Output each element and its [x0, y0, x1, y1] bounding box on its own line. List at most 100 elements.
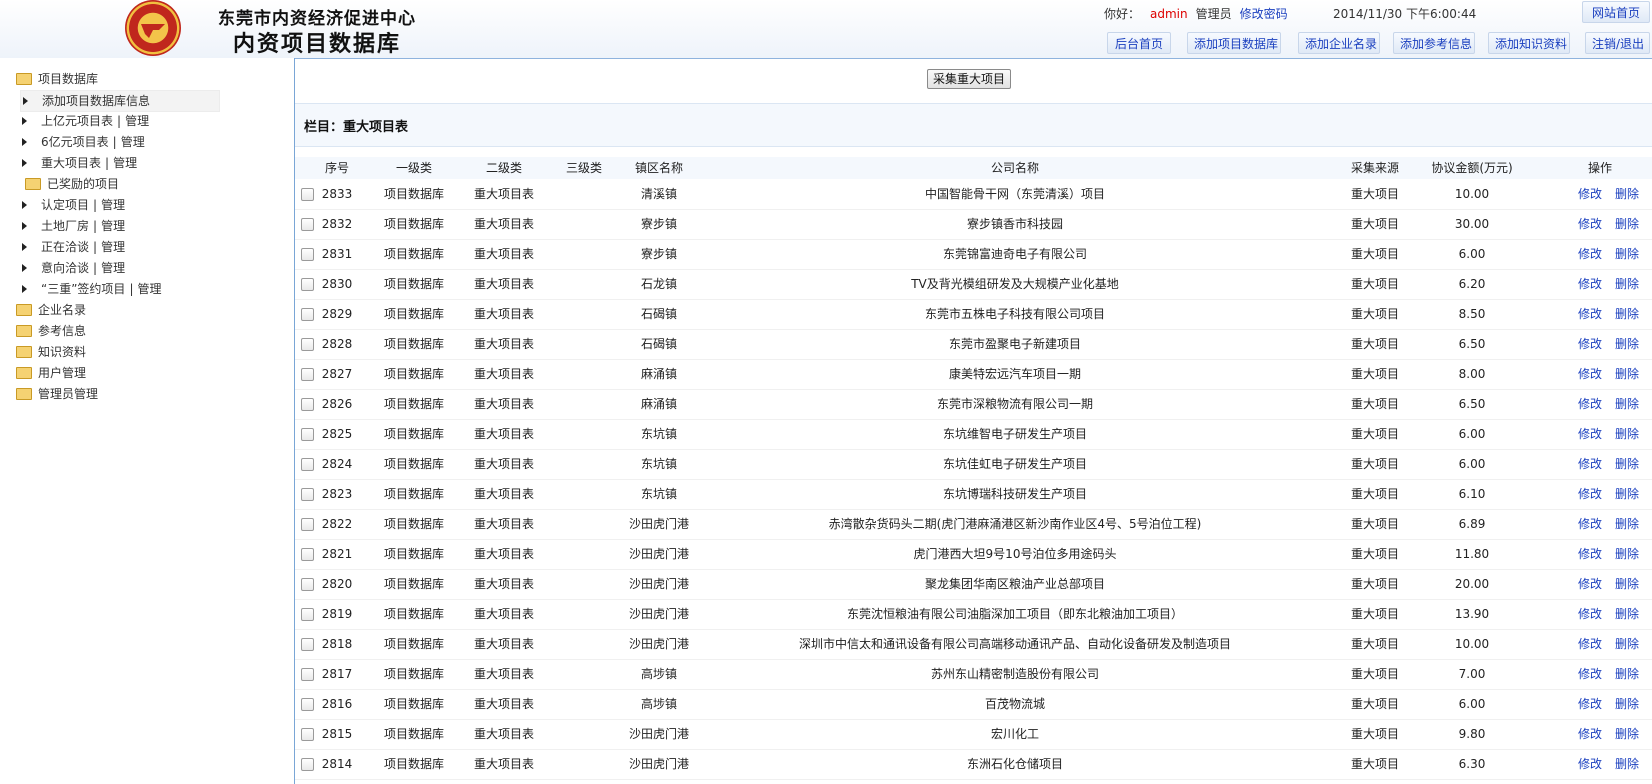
delete-link[interactable]: 删除: [1612, 269, 1642, 299]
sidebar-item-land-factory[interactable]: 土地厂房 | 管理: [22, 216, 125, 236]
manage-link[interactable]: 管理: [121, 135, 145, 149]
delete-link[interactable]: 删除: [1612, 749, 1642, 779]
edit-link[interactable]: 修改: [1575, 569, 1605, 599]
delete-link[interactable]: 删除: [1612, 629, 1642, 659]
nav-add-reference[interactable]: 添加参考信息: [1393, 32, 1475, 54]
manage-link[interactable]: 管理: [101, 240, 125, 254]
sidebar-item-certified[interactable]: 认定项目 | 管理: [22, 195, 125, 215]
delete-link[interactable]: 删除: [1612, 299, 1642, 329]
row-checkbox[interactable]: [301, 458, 314, 471]
delete-link[interactable]: 删除: [1612, 659, 1642, 689]
collect-major-projects-button[interactable]: 采集重大项目: [927, 69, 1012, 89]
edit-link[interactable]: 修改: [1575, 449, 1605, 479]
manage-link[interactable]: 管理: [137, 282, 161, 296]
edit-link[interactable]: 修改: [1575, 299, 1605, 329]
delete-link[interactable]: 删除: [1612, 359, 1642, 389]
delete-link[interactable]: 删除: [1612, 209, 1642, 239]
delete-link[interactable]: 删除: [1612, 449, 1642, 479]
edit-link[interactable]: 修改: [1575, 329, 1605, 359]
delete-link[interactable]: 删除: [1612, 539, 1642, 569]
delete-link[interactable]: 删除: [1612, 479, 1642, 509]
delete-link[interactable]: 删除: [1612, 689, 1642, 719]
cell-town: 麻涌镇: [640, 367, 677, 381]
tree-folder-company-list[interactable]: 企业名录: [16, 300, 86, 320]
cell-amount: 11.80: [1454, 547, 1490, 561]
edit-link[interactable]: 修改: [1575, 209, 1605, 239]
edit-link[interactable]: 修改: [1575, 629, 1605, 659]
edit-link[interactable]: 修改: [1575, 239, 1605, 269]
edit-link[interactable]: 修改: [1575, 749, 1605, 779]
row-checkbox[interactable]: [301, 188, 314, 201]
row-checkbox[interactable]: [301, 278, 314, 291]
tree-folder-project-db[interactable]: 项目数据库: [16, 69, 98, 89]
manage-link[interactable]: 管理: [101, 261, 125, 275]
row-checkbox[interactable]: [301, 608, 314, 621]
nav-add-knowledge[interactable]: 添加知识资料: [1488, 32, 1570, 54]
edit-link[interactable]: 修改: [1575, 659, 1605, 689]
edit-link[interactable]: 修改: [1575, 599, 1605, 629]
sidebar-item-600m-projects[interactable]: 6亿元项目表 | 管理: [22, 132, 145, 152]
edit-link[interactable]: 修改: [1575, 269, 1605, 299]
sidebar-item-add-project-info[interactable]: 添加项目数据库信息: [20, 90, 220, 112]
sidebar-item-major-projects[interactable]: 重大项目表 | 管理: [22, 153, 137, 173]
row-checkbox[interactable]: [301, 758, 314, 771]
tree-folder-reference[interactable]: 参考信息: [16, 321, 86, 341]
site-home-button[interactable]: 网站首页: [1582, 1, 1650, 23]
delete-link[interactable]: 删除: [1612, 419, 1642, 449]
triangle-right-icon: [22, 200, 27, 209]
row-checkbox[interactable]: [301, 578, 314, 591]
row-checkbox[interactable]: [301, 668, 314, 681]
sidebar-item-negotiating[interactable]: 正在洽谈 | 管理: [22, 237, 125, 257]
sidebar-item-billion-projects[interactable]: 上亿元项目表 | 管理: [22, 111, 149, 131]
row-checkbox[interactable]: [301, 488, 314, 501]
header: 东莞市内资经济促进中心 内资项目数据库 你好： admin 管理员 修改密码 2014…: [0, 0, 1652, 59]
delete-link[interactable]: 删除: [1612, 569, 1642, 599]
delete-link[interactable]: 删除: [1612, 179, 1642, 209]
row-checkbox[interactable]: [301, 338, 314, 351]
manage-link[interactable]: 管理: [101, 198, 125, 212]
row-checkbox[interactable]: [301, 398, 314, 411]
edit-link[interactable]: 修改: [1575, 509, 1605, 539]
change-password-link[interactable]: 修改密码: [1240, 7, 1288, 21]
delete-link[interactable]: 删除: [1612, 239, 1642, 269]
tree-folder-awarded[interactable]: 已奖励的项目: [25, 174, 119, 194]
delete-link[interactable]: 删除: [1612, 599, 1642, 629]
cell-cat1: 项目数据库: [383, 517, 444, 531]
delete-link[interactable]: 删除: [1612, 719, 1642, 749]
cell-cat2: 重大项目表: [473, 727, 534, 741]
tree-folder-users[interactable]: 用户管理: [16, 363, 86, 383]
edit-link[interactable]: 修改: [1575, 719, 1605, 749]
delete-link[interactable]: 删除: [1612, 389, 1642, 419]
delete-link[interactable]: 删除: [1612, 329, 1642, 359]
row-checkbox[interactable]: [301, 728, 314, 741]
nav-logout[interactable]: 注销/退出: [1585, 32, 1650, 54]
row-checkbox[interactable]: [301, 428, 314, 441]
sidebar-item-intent[interactable]: 意向洽谈 | 管理: [22, 258, 125, 278]
sidebar-item-sanzhong[interactable]: “三重”签约项目 | 管理: [22, 279, 162, 299]
row-checkbox[interactable]: [301, 368, 314, 381]
row-checkbox[interactable]: [301, 218, 314, 231]
edit-link[interactable]: 修改: [1575, 479, 1605, 509]
cell-town: 寮步镇: [640, 217, 677, 231]
row-checkbox[interactable]: [301, 308, 314, 321]
edit-link[interactable]: 修改: [1575, 179, 1605, 209]
manage-link[interactable]: 管理: [101, 219, 125, 233]
edit-link[interactable]: 修改: [1575, 539, 1605, 569]
tree-folder-knowledge[interactable]: 知识资料: [16, 342, 86, 362]
edit-link[interactable]: 修改: [1575, 359, 1605, 389]
edit-link[interactable]: 修改: [1575, 419, 1605, 449]
row-checkbox[interactable]: [301, 698, 314, 711]
edit-link[interactable]: 修改: [1575, 389, 1605, 419]
nav-add-company[interactable]: 添加企业名录: [1298, 32, 1380, 54]
nav-admin-home[interactable]: 后台首页: [1107, 32, 1171, 54]
row-checkbox[interactable]: [301, 518, 314, 531]
nav-add-project-db[interactable]: 添加项目数据库: [1187, 32, 1281, 54]
row-checkbox[interactable]: [301, 548, 314, 561]
tree-folder-admins[interactable]: 管理员管理: [16, 384, 98, 404]
row-checkbox[interactable]: [301, 638, 314, 651]
edit-link[interactable]: 修改: [1575, 689, 1605, 719]
row-checkbox[interactable]: [301, 248, 314, 261]
delete-link[interactable]: 删除: [1612, 509, 1642, 539]
manage-link[interactable]: 管理: [113, 156, 137, 170]
manage-link[interactable]: 管理: [125, 114, 149, 128]
